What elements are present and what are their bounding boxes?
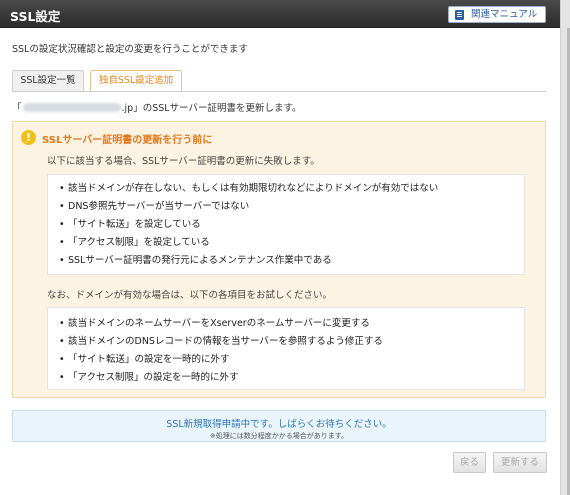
warning-icon: ! — [21, 130, 36, 145]
page-title: SSL設定 — [10, 9, 61, 24]
warning-heading: SSLサーバー証明書の更新を行う前に — [42, 135, 213, 146]
status-panel: SSL新規取得申請中です。しばらくお待ちください。 ※処理には数分程度かかる場合… — [12, 410, 546, 442]
tab-add-ssl[interactable]: 独自SSL設定追加 — [90, 70, 182, 91]
title-bar: SSL設定 関連マニュアル — [0, 0, 560, 28]
domain-message-prefix: 「 — [12, 103, 22, 114]
warning-panel: ! SSLサーバー証明書の更新を行う前に 以下に該当する場合、SSLサーバー証明… — [12, 121, 546, 398]
list-item: 該当ドメインのネームサーバーをXserverのネームサーバーに変更する — [58, 315, 524, 333]
domain-message-suffix: .jp」のSSLサーバー証明書を更新します。 — [121, 103, 302, 114]
suggestions-box: 該当ドメインのネームサーバーをXserverのネームサーバーに変更する 該当ドメ… — [47, 307, 525, 390]
right-scrollbar[interactable] — [560, 0, 570, 495]
list-item: 該当ドメインが存在しない、もしくは有効期限切れなどによりドメインが有効ではない — [58, 180, 524, 198]
manual-button[interactable]: 関連マニュアル — [448, 6, 546, 23]
update-button[interactable]: 更新する — [493, 452, 547, 473]
list-item: 「アクセス制限」の設定を一時的に外す — [58, 369, 524, 387]
list-item: 該当ドメインのDNSレコードの情報を当サーバーを参照するよう修正する — [58, 333, 524, 351]
redacted-domain — [22, 103, 121, 112]
list-item: DNS参照先サーバーが当サーバーではない — [58, 198, 524, 216]
list-item: SSLサーバー証明書の発行元によるメンテナンス作業中である — [58, 252, 524, 270]
back-button[interactable]: 戻る — [453, 452, 486, 473]
failure-conditions-box: 該当ドメインが存在しない、もしくは有効期限切れなどによりドメインが有効ではない … — [47, 174, 525, 275]
domain-message: 「 .jp」のSSLサーバー証明書を更新します。 — [12, 100, 302, 114]
warning-lead: 以下に該当する場合、SSLサーバー証明書の更新に失敗します。 — [47, 156, 320, 167]
list-item: 「アクセス制限」を設定している — [58, 234, 524, 252]
status-message: SSL新規取得申請中です。しばらくお待ちください。 — [166, 419, 392, 430]
status-subnote: ※処理には数分程度かかる場合があります。 — [209, 432, 349, 440]
page-description: SSLの設定状況確認と設定の変更を行うことができます — [12, 44, 248, 55]
warning-note: なお、ドメインが有効な場合は、以下の各項目をお試しください。 — [47, 290, 333, 301]
manual-button-label: 関連マニュアル — [471, 9, 538, 20]
book-icon — [455, 10, 464, 20]
list-item: 「サイト転送」の設定を一時的に外す — [58, 351, 524, 369]
tab-ssl-list[interactable]: SSL設定一覧 — [12, 70, 84, 91]
list-item: 「サイト転送」を設定している — [58, 216, 524, 234]
